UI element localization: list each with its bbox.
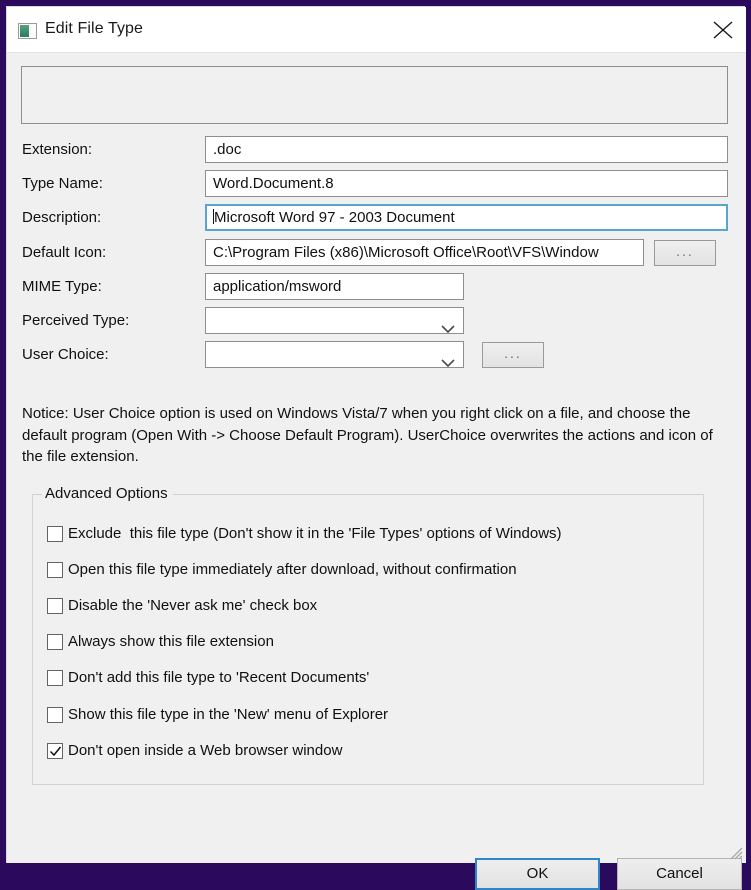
field-row-mime-type: MIME Type: application/msword bbox=[7, 273, 746, 304]
field-label-perceived-type: Perceived Type: bbox=[22, 312, 130, 329]
checkbox-label-no-web-browser-window: Don't open inside a Web browser window bbox=[68, 742, 343, 759]
default-icon-value: C:\Program Files (x86)\Microsoft Office\… bbox=[213, 244, 599, 261]
type-name-input[interactable]: Word.Document.8 bbox=[205, 170, 728, 197]
field-row-type-name: Type Name: Word.Document.8 bbox=[7, 170, 746, 201]
checkbox-open-immediately[interactable] bbox=[47, 562, 63, 578]
checkbox-label-exclude-file-type: Exclude this file type (Don't show it in… bbox=[68, 525, 562, 542]
dialog-body: Extension: .doc Type Name: Word.Document.8 D… bbox=[7, 53, 746, 890]
desktop-backdrop: Edit File Type Extension: .doc Type Name: W… bbox=[0, 0, 751, 890]
field-row-extension: Extension: .doc bbox=[7, 136, 746, 167]
checkbox-no-recent-documents[interactable] bbox=[47, 670, 63, 686]
window-title: Edit File Type bbox=[45, 20, 144, 37]
field-row-description: Description: Microsoft Word 97 - 2003 Doc… bbox=[7, 204, 746, 235]
field-row-user-choice: User Choice:... bbox=[7, 341, 746, 372]
field-label-extension: Extension: bbox=[22, 141, 93, 158]
description-value: Microsoft Word 97 - 2003 Document bbox=[214, 209, 455, 226]
extension-value: .doc bbox=[213, 141, 242, 158]
cancel-button[interactable]: Cancel bbox=[617, 858, 742, 890]
close-icon bbox=[713, 21, 733, 39]
field-label-user-choice: User Choice: bbox=[22, 346, 109, 363]
close-button[interactable] bbox=[700, 7, 746, 52]
checkbox-always-show-extension[interactable] bbox=[47, 634, 63, 650]
default-icon-browse-button[interactable]: ... bbox=[654, 240, 716, 266]
checkbox-label-show-in-new-menu: Show this file type in the 'New' menu of… bbox=[68, 706, 389, 723]
extension-input[interactable]: .doc bbox=[205, 136, 728, 163]
type-name-value: Word.Document.8 bbox=[213, 175, 334, 192]
ok-button[interactable]: OK bbox=[475, 858, 600, 890]
field-label-type-name: Type Name: bbox=[22, 175, 103, 192]
checkbox-label-no-recent-documents: Don't add this file type to 'Recent Docu… bbox=[68, 669, 370, 686]
mime-type-input[interactable]: application/msword bbox=[205, 273, 464, 300]
notice-text: Notice: User Choice option is used on Wi… bbox=[22, 405, 713, 465]
icon-preview-panel bbox=[21, 66, 728, 124]
file-type-icon bbox=[18, 23, 37, 39]
mime-type-value: application/msword bbox=[213, 278, 342, 295]
checkbox-show-in-new-menu[interactable] bbox=[47, 707, 63, 723]
check-icon bbox=[49, 746, 62, 757]
field-row-perceived-type: Perceived Type: bbox=[7, 307, 746, 338]
perceived-type-combobox[interactable] bbox=[205, 307, 464, 334]
checkbox-label-disable-never-ask-me: Disable the 'Never ask me' check box bbox=[68, 597, 318, 614]
field-row-default-icon: Default Icon: C:\Program Files (x86)\Micr… bbox=[7, 239, 746, 270]
edit-file-type-dialog: Edit File Type Extension: .doc Type Name: W… bbox=[6, 6, 746, 890]
advanced-options-group: Advanced Options Exclude this file type … bbox=[32, 485, 704, 785]
field-label-description: Description: bbox=[22, 209, 102, 226]
user-choice-combobox[interactable] bbox=[205, 341, 464, 368]
resize-grip[interactable] bbox=[729, 846, 743, 860]
chevron-down-icon bbox=[441, 351, 455, 367]
user-choice-browse-button[interactable]: ... bbox=[482, 342, 544, 368]
field-label-mime-type: MIME Type: bbox=[22, 278, 102, 295]
field-label-default-icon: Default Icon: bbox=[22, 244, 107, 261]
advanced-options-legend: Advanced Options bbox=[42, 485, 173, 502]
title-bar: Edit File Type bbox=[7, 7, 746, 52]
checkbox-disable-never-ask-me[interactable] bbox=[47, 598, 63, 614]
checkbox-label-always-show-extension: Always show this file extension bbox=[68, 633, 274, 650]
chevron-down-icon bbox=[441, 317, 455, 333]
default-icon-input[interactable]: C:\Program Files (x86)\Microsoft Office\… bbox=[205, 239, 644, 266]
description-input[interactable]: Microsoft Word 97 - 2003 Document bbox=[205, 204, 728, 231]
resize-grip-icon bbox=[730, 847, 743, 860]
checkbox-exclude-file-type[interactable] bbox=[47, 526, 63, 542]
checkbox-no-web-browser-window[interactable] bbox=[47, 743, 63, 759]
checkbox-label-open-immediately: Open this file type immediately after do… bbox=[68, 561, 517, 578]
